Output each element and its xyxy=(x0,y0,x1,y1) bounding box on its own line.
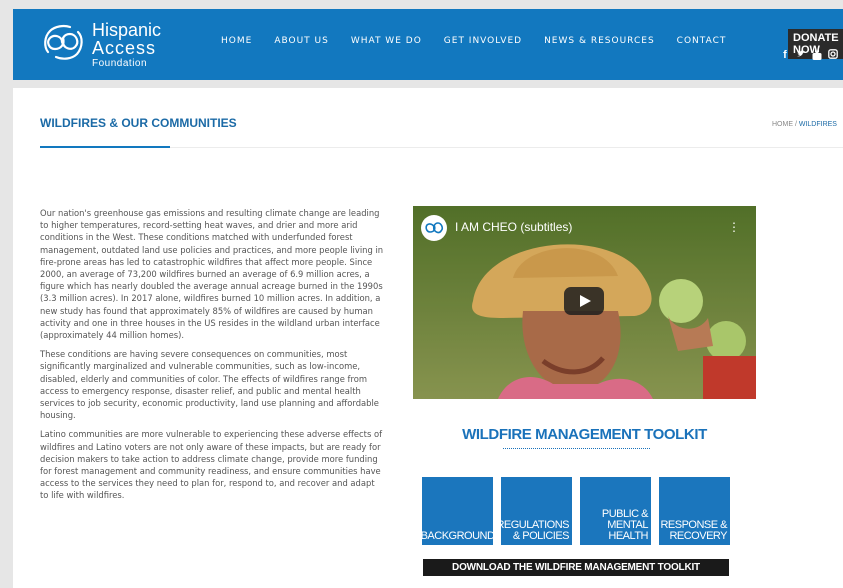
facebook-icon[interactable]: f xyxy=(780,49,790,63)
nav-home[interactable]: HOME xyxy=(221,36,252,46)
logo-line-2: Access xyxy=(92,38,157,58)
main-nav: HOME ABOUT US WHAT WE DO GET INVOLVED NE… xyxy=(221,36,748,46)
article-paragraph: Latino communities are more vulnerable t… xyxy=(40,429,383,501)
social-links: f xyxy=(780,49,843,63)
tile-label: RECOVERY xyxy=(669,530,727,542)
toolkit-tile-background[interactable]: BACKGROUND xyxy=(420,477,495,545)
download-toolkit-button[interactable]: DOWNLOAD THE WILDFIRE MANAGEMENT TOOLKIT xyxy=(423,559,729,576)
site-header: Hispanic Access Foundation HOME ABOUT US… xyxy=(13,9,843,80)
page-title: WILDFIRES & OUR COMMUNITIES xyxy=(40,116,237,130)
breadcrumb-current: WILDFIRES xyxy=(798,121,837,128)
nav-about-us[interactable]: ABOUT US xyxy=(274,36,329,46)
video-player[interactable]: I AM CHEO (subtitles) ⋮ xyxy=(413,206,756,399)
nav-news-resources[interactable]: NEWS & RESOURCES xyxy=(544,36,655,46)
title-underline xyxy=(40,146,170,148)
toolkit-tile-response[interactable]: RESPONSE & RECOVERY xyxy=(659,477,730,545)
video-title[interactable]: I AM CHEO (subtitles) xyxy=(455,220,572,234)
foundation-logo-icon[interactable] xyxy=(40,22,86,62)
tile-label: BACKGROUND xyxy=(420,530,495,542)
video-menu-icon[interactable]: ⋮ xyxy=(728,220,740,234)
logo-line-1: Hispanic xyxy=(92,20,162,40)
tile-label: MENTAL HEALTH xyxy=(607,519,648,542)
breadcrumb-separator: / xyxy=(794,121,797,128)
toolkit-title-underline xyxy=(503,448,650,449)
toolkit-tile-regulations[interactable]: REGULATIONS & POLICIES xyxy=(496,477,572,545)
nav-get-involved[interactable]: GET INVOLVED xyxy=(444,36,522,46)
channel-avatar[interactable] xyxy=(421,215,447,241)
youtube-icon[interactable] xyxy=(812,49,822,63)
nav-contact[interactable]: CONTACT xyxy=(677,36,727,46)
main-content: WILDFIRES & OUR COMMUNITIES HOME / WILDF… xyxy=(13,88,843,588)
article-paragraph: Our nation's greenhouse gas emissions an… xyxy=(40,208,384,341)
logo-wordmark[interactable]: Hispanic Access Foundation xyxy=(92,21,161,69)
nav-what-we-do[interactable]: WHAT WE DO xyxy=(351,36,422,46)
tile-label: & POLICIES xyxy=(512,530,570,542)
logo-line-3: Foundation xyxy=(92,58,148,69)
play-button[interactable] xyxy=(564,287,604,315)
article-body: Our nation's greenhouse gas emissions an… xyxy=(40,207,385,509)
toolkit-title: WILDFIRE MANAGEMENT TOOLKIT xyxy=(462,426,707,443)
toolkit-tile-public-health[interactable]: PUBLIC & MENTAL HEALTH xyxy=(580,477,651,545)
article-paragraph: These conditions are having severe conse… xyxy=(40,349,379,421)
instagram-icon[interactable] xyxy=(828,49,838,63)
breadcrumb: HOME / WILDFIRES xyxy=(772,121,837,128)
breadcrumb-home[interactable]: HOME xyxy=(772,121,793,128)
twitter-icon[interactable] xyxy=(796,49,806,63)
